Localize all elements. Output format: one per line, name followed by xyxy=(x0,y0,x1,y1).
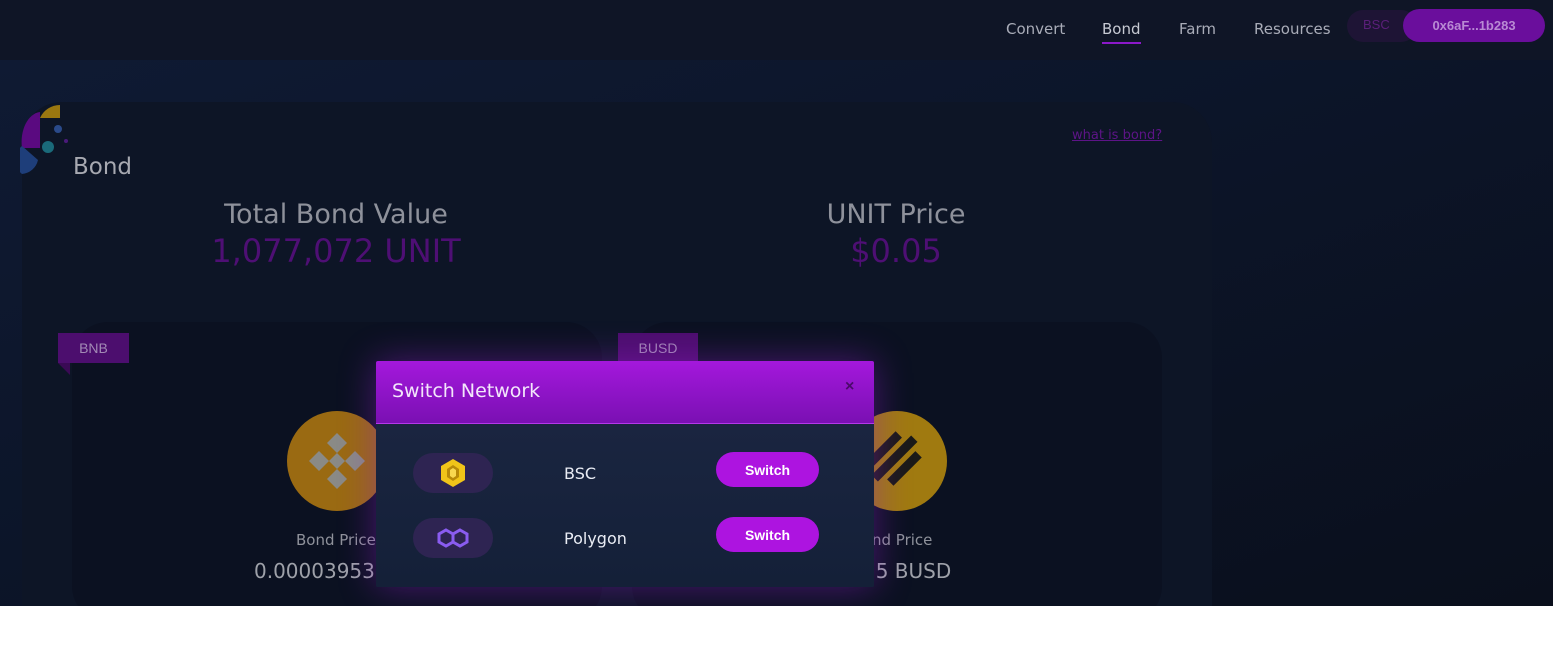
close-icon[interactable]: × xyxy=(845,378,854,396)
nav-resources[interactable]: Resources xyxy=(1254,20,1331,38)
nav-convert[interactable]: Convert xyxy=(1006,20,1065,38)
top-navbar: Convert Bond Farm Resources BSC 0x6aF...… xyxy=(0,0,1553,60)
bsc-icon xyxy=(441,459,465,487)
page-title: Bond xyxy=(73,154,133,180)
wallet-address-button[interactable]: 0x6aF...1b283 xyxy=(1403,9,1545,42)
bnb-coin-icon xyxy=(287,411,387,511)
polygon-icon-wrap xyxy=(413,518,493,558)
switch-polygon-button[interactable]: Switch xyxy=(716,517,819,552)
modal-body: BSC Switch Polygon Switch xyxy=(376,424,874,587)
network-name-bsc: BSC xyxy=(564,464,597,483)
busd-bond-price-value: 25 BUSD xyxy=(863,559,952,583)
bnb-tag-fold xyxy=(58,363,70,375)
network-indicator-label: BSC xyxy=(1363,17,1390,32)
network-name-polygon: Polygon xyxy=(564,529,627,548)
switch-network-modal: Switch Network × BSC Switch Polygon Swit… xyxy=(376,361,874,587)
nav-farm[interactable]: Farm xyxy=(1179,20,1216,38)
bnb-tag: BNB xyxy=(58,333,129,363)
unit-price-value: $0.05 xyxy=(850,232,942,270)
bsc-icon-wrap xyxy=(413,453,493,493)
polygon-icon xyxy=(437,528,469,548)
what-is-bond-link[interactable]: what is bond? xyxy=(1072,128,1162,143)
app-window: Convert Bond Farm Resources BSC 0x6aF...… xyxy=(0,0,1553,606)
bnb-bond-price-label: Bond Price xyxy=(296,531,376,549)
unit-price-label: UNIT Price xyxy=(826,199,966,230)
nav-bond[interactable]: Bond xyxy=(1102,20,1141,44)
total-bond-value: 1,077,072 UNIT xyxy=(211,232,461,270)
busd-bond-price-label: nd Price xyxy=(872,531,933,549)
modal-header: Switch Network × xyxy=(376,361,874,424)
busd-tag: BUSD xyxy=(618,333,698,363)
total-bond-value-label: Total Bond Value xyxy=(224,199,448,230)
logo-icon xyxy=(20,105,68,174)
modal-title: Switch Network xyxy=(392,380,541,402)
bnb-bond-price-value: 0.00003953 xyxy=(254,559,375,583)
switch-bsc-button[interactable]: Switch xyxy=(716,452,819,487)
